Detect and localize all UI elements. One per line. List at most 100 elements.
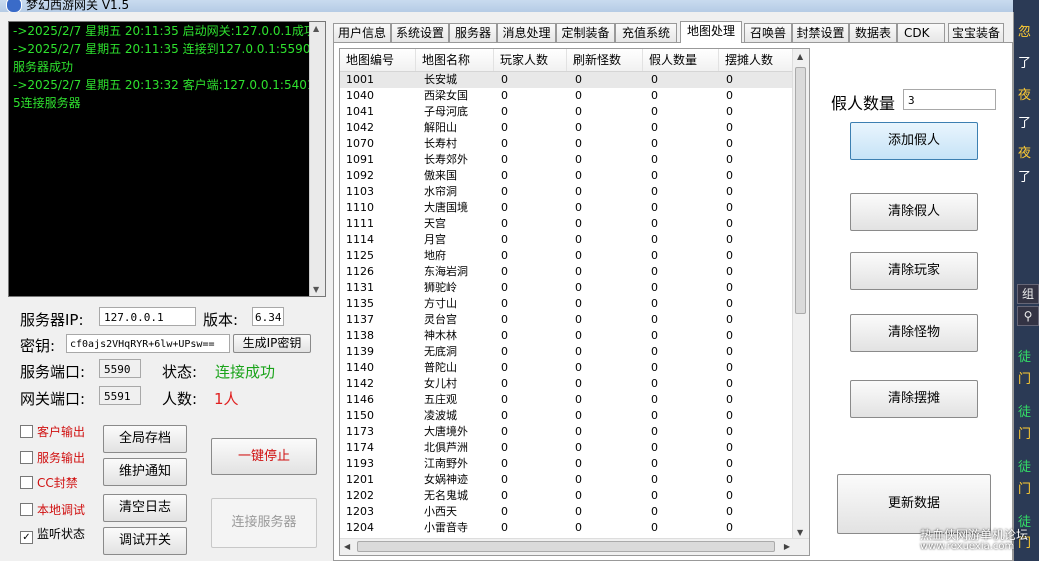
table-row[interactable]: 1150 凌波城 0 0 0 0 [340,408,795,424]
clear-monsters-button[interactable]: 清除怪物 [850,314,978,352]
scroll-right-icon[interactable]: ▶ [784,542,790,551]
table-row[interactable]: 1126 东海岩洞 0 0 0 0 [340,264,795,280]
tab-data-table[interactable]: 数据表 [849,23,897,42]
fake-count-field[interactable]: 3 [903,89,996,110]
table-row[interactable]: 1139 无底洞 0 0 0 0 [340,344,795,360]
version-field[interactable]: 6.34 [252,307,284,326]
table-row[interactable]: 1111 天宫 0 0 0 0 [340,216,795,232]
table-row[interactable]: 1137 灵台宫 0 0 0 0 [340,312,795,328]
generate-key-button[interactable]: 生成IP密钥 [233,334,311,353]
table-row[interactable]: 1110 大唐国境 0 0 0 0 [340,200,795,216]
clear-stalls-button[interactable]: 清除摆摊 [850,380,978,418]
key-field[interactable]: cf0ajs2VHqRYR+6lw+UPsw== [66,334,230,353]
checkbox-box[interactable] [20,503,33,516]
column-header[interactable]: 刷新怪数 [567,49,643,71]
refresh-data-button[interactable]: 更新数据 [837,474,991,534]
tab-map-handling[interactable]: 地图处理 [680,21,742,43]
column-header[interactable]: 摆摊人数 [719,49,795,71]
list-horizontal-scrollbar[interactable]: ◀ ▶ [340,538,809,555]
table-cell: 女儿村 [424,377,457,390]
server-port-field[interactable]: 5590 [99,359,141,378]
save-all-button[interactable]: 全局存档 [103,425,187,453]
table-row[interactable]: 1146 五庄观 0 0 0 0 [340,392,795,408]
checkbox-box[interactable] [20,425,33,438]
tab-recharge-system[interactable]: 充值系统 [615,23,677,42]
checkbox-server-output[interactable]: 服务输出 [20,449,85,466]
column-header[interactable]: 地图编号 [340,49,416,71]
tab-system-settings[interactable]: 系统设置 [391,23,449,42]
column-header[interactable]: 假人数量 [643,49,719,71]
table-row[interactable]: 1193 江南野外 0 0 0 0 [340,456,795,472]
connect-server-button[interactable]: 连接服务器 [211,498,317,548]
clear-players-button[interactable]: 清除玩家 [850,252,978,290]
list-vertical-scrollbar[interactable]: ▲ ▼ [792,49,809,540]
table-row[interactable]: 1140 普陀山 0 0 0 0 [340,360,795,376]
debug-toggle-button[interactable]: 调试开关 [103,527,187,555]
tab-pet-equipment[interactable]: 宝宝装备 [948,23,1004,42]
table-row[interactable]: 1173 大唐境外 0 0 0 0 [340,424,795,440]
scroll-down-icon[interactable]: ▼ [797,528,803,537]
table-row[interactable]: 1092 傲来国 0 0 0 0 [340,168,795,184]
table-row[interactable]: 1138 神木林 0 0 0 0 [340,328,795,344]
checkbox-label: 服务输出 [37,451,86,465]
table-row[interactable]: 1131 狮驼岭 0 0 0 0 [340,280,795,296]
table-row[interactable]: 1135 方寸山 0 0 0 0 [340,296,795,312]
table-row[interactable]: 1041 子母河底 0 0 0 0 [340,104,795,120]
table-cell: 0 [651,249,658,262]
scroll-up-icon[interactable]: ▲ [797,52,803,61]
checkbox-local-debug[interactable]: 本地调试 [20,501,85,518]
table-row[interactable]: 1001 长安城 0 0 0 0 [340,72,795,88]
checkbox-box[interactable] [20,476,33,489]
table-cell: 1139 [346,345,374,358]
tab-message-handling[interactable]: 消息处理 [497,23,556,42]
table-row[interactable]: 1174 北俱芦洲 0 0 0 0 [340,440,795,456]
table-cell: 0 [575,489,582,502]
stop-all-button[interactable]: 一键停止 [211,438,317,475]
table-row[interactable]: 1103 水帘洞 0 0 0 0 [340,184,795,200]
column-header[interactable]: 玩家人数 [494,49,567,71]
tab-bar: 用户信息 系统设置 服务器 消息处理 定制装备 充值系统 地图处理 召唤兽 封禁… [333,21,1013,43]
title-bar[interactable]: 梦幻西游网关 V1.5 [0,0,1013,13]
check-icon[interactable]: ✓ [20,531,33,544]
table-row[interactable]: 1091 长寿郊外 0 0 0 0 [340,152,795,168]
server-ip-field[interactable]: 127.0.0.1 [99,307,196,326]
tab-user-info[interactable]: 用户信息 [333,23,391,42]
table-row[interactable]: 1040 西梁女国 0 0 0 0 [340,88,795,104]
scroll-up-icon[interactable]: ▲ [313,24,319,33]
clear-fake-button[interactable]: 清除假人 [850,193,978,231]
table-row[interactable]: 1114 月宫 0 0 0 0 [340,232,795,248]
checkbox-cc-ban[interactable]: CC封禁 [20,474,78,491]
table-row[interactable]: 1202 无名鬼城 0 0 0 0 [340,488,795,504]
maintenance-notice-button[interactable]: 维护通知 [103,458,187,486]
checkbox-box[interactable] [20,451,33,464]
table-row[interactable]: 1070 长寿村 0 0 0 0 [340,136,795,152]
add-fake-button[interactable]: 添加假人 [850,122,978,160]
log-scrollbar[interactable]: ▲ ▼ [309,22,325,296]
table-row[interactable]: 1201 女娲神迹 0 0 0 0 [340,472,795,488]
bg-chat-char: 忽 [1018,25,1032,40]
scroll-down-icon[interactable]: ▼ [313,285,319,294]
table-cell: 1193 [346,457,374,470]
table-row[interactable]: 1125 地府 0 0 0 0 [340,248,795,264]
tab-ban-settings[interactable]: 封禁设置 [792,23,849,42]
tab-summon-beast[interactable]: 召唤兽 [744,23,792,42]
scroll-thumb[interactable] [357,541,775,552]
checkbox-listen-status[interactable]: ✓ 监听状态 [20,525,85,544]
column-header[interactable]: 地图名称 [416,49,494,71]
table-row[interactable]: 1142 女儿村 0 0 0 0 [340,376,795,392]
log-console[interactable]: ->2025/2/7 星期五 20:11:35 启动网关:127.0.0.1成功… [8,21,326,297]
checkbox-client-output[interactable]: 客户输出 [20,423,85,440]
tab-custom-equipment[interactable]: 定制装备 [556,23,615,42]
table-row[interactable]: 1203 小西天 0 0 0 0 [340,504,795,520]
scroll-thumb[interactable] [795,67,806,314]
table-row[interactable]: 1204 小雷音寺 0 0 0 0 [340,520,795,536]
clear-log-button[interactable]: 清空日志 [103,494,187,522]
checkbox-label: 本地调试 [37,503,86,517]
tab-server[interactable]: 服务器 [449,23,497,42]
map-list-view[interactable]: 地图编号 地图名称 玩家人数 刷新怪数 假人数量 摆摊人数 1001 长安城 0 0 0… [339,48,810,556]
table-cell: 0 [501,137,508,150]
gateway-port-field[interactable]: 5591 [99,386,141,405]
scroll-left-icon[interactable]: ◀ [344,542,350,551]
tab-cdk[interactable]: CDK [897,23,945,42]
table-row[interactable]: 1042 解阳山 0 0 0 0 [340,120,795,136]
